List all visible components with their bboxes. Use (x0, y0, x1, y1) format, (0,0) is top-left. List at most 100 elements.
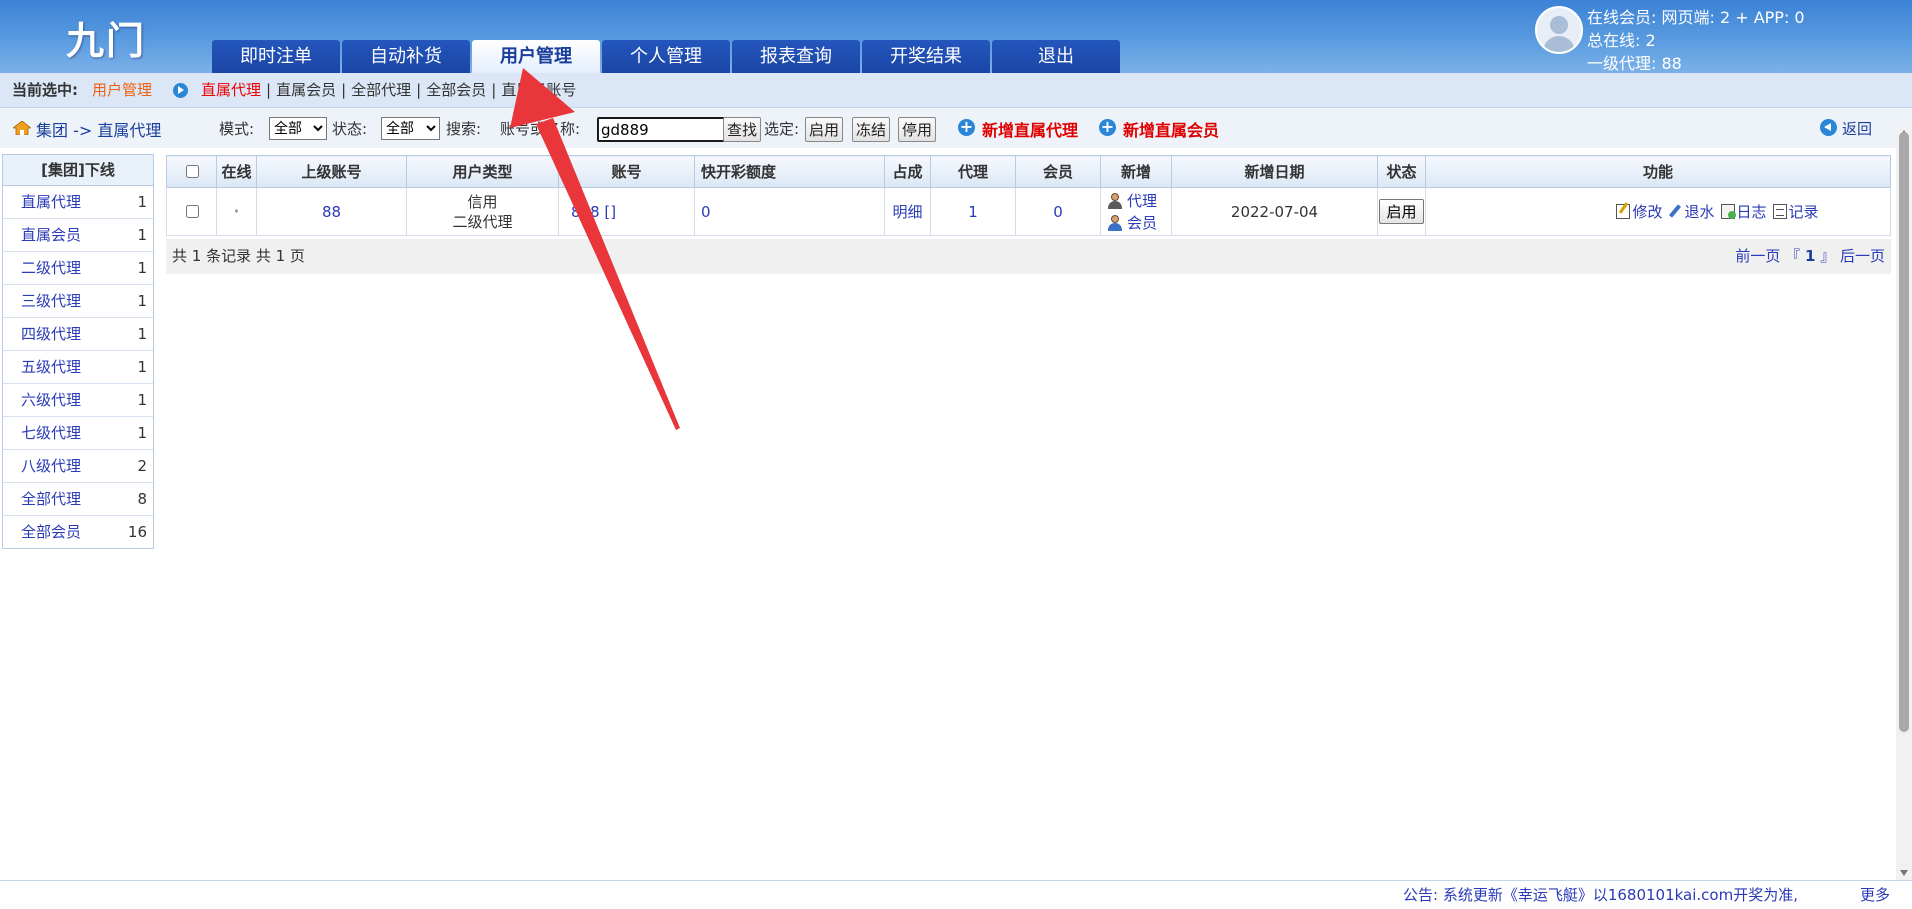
search-label: 搜索: (446, 120, 482, 138)
tab-personal[interactable]: 个人管理 (602, 40, 730, 73)
share-detail-link[interactable]: 明细 (884, 187, 931, 236)
mode-label: 模式: (219, 120, 255, 138)
new-agent-link[interactable]: 代理 (1107, 190, 1170, 212)
rebate-link[interactable]: 退水 (1668, 203, 1714, 221)
current-selection: 用户管理 (92, 81, 153, 99)
agent-person-icon (1107, 192, 1123, 209)
downline-item-all-members[interactable]: 全部会员 16 (3, 516, 153, 548)
footer: 公告: 系统更新《幸运飞艇》以1680101kai.com开奖为准, 更多 (0, 880, 1912, 909)
table-row: • 88 信用 二级代理 888 [] 0 明细 1 0 代理 会员 2022-… (166, 187, 1891, 236)
sub-nav-bar: 当前选中: 用户管理 直属代理 | 直属会员 | 全部代理 | 全部会员 | 直属子账号 (0, 73, 1912, 108)
pencil-icon (1668, 204, 1682, 219)
scroll-thumb[interactable] (1899, 132, 1909, 732)
table-header-row: 在线 上级账号 用户类型 账号 快开彩额度 占成 代理 会员 新增 新增日期 状… (166, 155, 1891, 188)
downline-item-level6[interactable]: 六级代理 1 (3, 384, 153, 417)
row-checkbox[interactable] (185, 204, 199, 218)
col-account: 账号 (558, 155, 695, 188)
home-icon (13, 121, 31, 135)
announcement: 公告: 系统更新《幸运飞艇》以1680101kai.com开奖为准, (1403, 886, 1798, 904)
user-type-credit: 信用 (467, 192, 498, 211)
next-page-link[interactable]: 后一页 (1840, 247, 1885, 265)
breadcrumb: 集团 -> 直属代理 (36, 121, 162, 140)
downline-item-level5[interactable]: 五级代理 1 (3, 351, 153, 384)
account-link[interactable]: 888 [] (558, 187, 695, 236)
prev-page-link[interactable]: 前一页 (1735, 247, 1780, 265)
tab-instant-bets[interactable]: 即时注单 (212, 40, 340, 73)
member-count-link[interactable]: 0 (1015, 187, 1101, 236)
sublink-direct-agents[interactable]: 直属代理 (201, 81, 261, 99)
main-nav: 即时注单 自动补货 用户管理 个人管理 报表查询 开奖结果 退出 (212, 40, 1122, 73)
logo: 九门 (66, 19, 147, 63)
new-date: 2022-07-04 (1171, 187, 1378, 236)
sublink-sub-accounts[interactable]: 直属子账号 (501, 81, 576, 99)
record-summary: 共 1 条记录 共 1 页 (172, 247, 305, 265)
page-scrollbar[interactable] (1896, 126, 1912, 880)
tab-auto-replenish[interactable]: 自动补货 (342, 40, 470, 73)
downline-item-level7[interactable]: 七级代理 1 (3, 417, 153, 450)
status-toggle-button[interactable]: 启用 (1379, 199, 1424, 224)
total-online: 总在线: 2 (1587, 31, 1656, 50)
mode-select[interactable]: 全部 (269, 117, 327, 140)
select-all-checkbox[interactable] (185, 164, 199, 178)
functions-cell: 修改 退水 日志 记录 (1425, 187, 1891, 236)
downline-item-level2[interactable]: 二级代理 1 (3, 252, 153, 285)
avatar-icon (1535, 6, 1583, 54)
col-agents: 代理 (930, 155, 1016, 188)
edit-link[interactable]: 修改 (1616, 203, 1662, 221)
sublink-all-members[interactable]: 全部会员 (426, 81, 486, 99)
select-all-header (166, 155, 217, 188)
col-quota: 快开彩额度 (694, 155, 885, 188)
log-link[interactable]: 日志 (1720, 203, 1767, 221)
user-table-wrap: 在线 上级账号 用户类型 账号 快开彩额度 占成 代理 会员 新增 新增日期 状… (166, 155, 1891, 236)
online-indicator: • (216, 187, 257, 236)
back-icon (1820, 119, 1837, 136)
parent-account-link[interactable]: 88 (256, 187, 407, 236)
add-direct-member-link[interactable]: 新增直属会员 (1123, 117, 1219, 141)
back-link[interactable]: 返回 (1842, 118, 1872, 139)
add-member-icon: + (1099, 117, 1116, 136)
pager: 共 1 条记录 共 1 页 前一页 『 1 』 后一页 (166, 239, 1891, 274)
user-type: 信用 二级代理 (406, 187, 559, 236)
tab-logout[interactable]: 退出 (992, 40, 1120, 73)
status-label: 状态: (332, 120, 368, 138)
downline-item-level4[interactable]: 四级代理 1 (3, 318, 153, 351)
select-label: 选定: (764, 120, 800, 138)
page-close-bracket: 』 (1820, 247, 1836, 265)
downline-item-direct-agents[interactable]: 直属代理 1 (3, 186, 153, 219)
downline-item-direct-members[interactable]: 直属会员 1 (3, 219, 153, 252)
downline-item-level8[interactable]: 八级代理 2 (3, 450, 153, 483)
downline-panel: [集团]下线 直属代理 1 直属会员 1 二级代理 1 三级代理 1 四级代理 1 五级代… (2, 154, 154, 549)
record-link[interactable]: 记录 (1772, 203, 1819, 221)
sublink-direct-members[interactable]: 直属会员 (276, 81, 336, 99)
log-icon (1720, 204, 1736, 219)
current-selection-label: 当前选中: (12, 81, 78, 99)
tab-reports[interactable]: 报表查询 (732, 40, 860, 73)
find-button[interactable]: 查找 (723, 117, 762, 142)
add-agent-icon: + (958, 117, 975, 136)
add-direct-agent-link[interactable]: 新增直属代理 (982, 117, 1078, 141)
status-select[interactable]: 全部 (381, 117, 440, 140)
new-user-cell: 代理 会员 (1100, 187, 1172, 236)
tab-draw-results[interactable]: 开奖结果 (862, 40, 990, 73)
online-stats: 在线会员: 网页端: 2 + APP: 0 总在线: 2 一级代理: 88 (1587, 6, 1805, 75)
online-members: 在线会员: 网页端: 2 + APP: 0 (1587, 8, 1805, 27)
disable-button[interactable]: 停用 (898, 117, 937, 142)
enable-button[interactable]: 启用 (805, 117, 844, 142)
freeze-button[interactable]: 冻结 (852, 117, 891, 142)
search-input[interactable] (597, 117, 725, 142)
tab-user-management[interactable]: 用户管理 (472, 40, 600, 73)
quota-link[interactable]: 0 (694, 187, 885, 236)
downline-item-all-agents[interactable]: 全部代理 8 (3, 483, 153, 516)
sublink-all-agents[interactable]: 全部代理 (351, 81, 411, 99)
scroll-down-icon[interactable] (1900, 870, 1908, 876)
row-select-cell (166, 187, 217, 236)
new-member-link[interactable]: 会员 (1107, 212, 1170, 234)
more-link[interactable]: 更多 (1860, 881, 1890, 909)
account-name-label: 账号或名称: (500, 120, 581, 138)
downline-title: [集团]下线 (3, 155, 153, 186)
downline-item-level3[interactable]: 三级代理 1 (3, 285, 153, 318)
status-cell: 启用 (1377, 187, 1426, 236)
current-page: 1 (1804, 247, 1816, 265)
edit-icon (1616, 204, 1631, 219)
agent-count-link[interactable]: 1 (930, 187, 1016, 236)
